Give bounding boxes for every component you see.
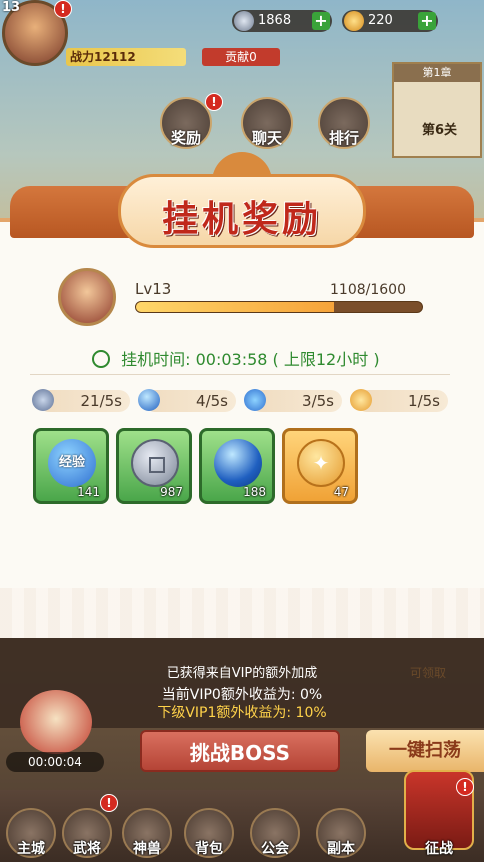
gold-star-coin-icon: ✦: [297, 439, 345, 487]
reward-count: 47: [333, 485, 349, 499]
claim-button[interactable]: 可领取: [410, 664, 446, 681]
rate-pill-4: 1/5s: [350, 389, 448, 412]
popup-title: 挂机奖励: [161, 198, 322, 240]
popup-banner: 挂机奖励: [0, 152, 484, 252]
nav-campaign-label: 征战: [425, 841, 453, 857]
idle-time-value: 00:03:58: [195, 350, 268, 369]
silver-coin-icon: [131, 439, 179, 487]
campaign-alert-icon: !: [456, 778, 474, 796]
exp-progress-fill: [136, 302, 335, 312]
rate-value-1: 21/5s: [80, 392, 123, 410]
blue-orb-icon: [214, 439, 262, 487]
nav-dungeon-label: 副本: [327, 841, 355, 857]
top-bar: 13 ! 战力12112 贡献0 1868 + 220 +: [0, 0, 484, 70]
rate-value-3: 3/5s: [302, 392, 334, 410]
nav-generals-label: 武将: [73, 841, 101, 857]
quick-sweep-button[interactable]: 一键扫荡: [366, 730, 484, 772]
reward-item-exp[interactable]: 经验 141: [33, 428, 109, 504]
blue-orb-icon: [138, 389, 160, 411]
rate-pill-1: 21/5s: [32, 389, 130, 412]
contribution-display: 贡献0: [202, 48, 280, 66]
reward-count: 188: [243, 485, 266, 499]
exp-progress-text: 1108/1600: [330, 282, 406, 298]
hero-avatar: [58, 268, 116, 326]
resource-silver-value: 1868: [258, 13, 292, 28]
resource-silver: 1868 +: [232, 10, 332, 32]
reward-count: 987: [160, 485, 183, 499]
chapter-title: 第1章: [394, 64, 480, 82]
avatar-alert-icon: !: [54, 0, 72, 18]
resource-gold-value: 220: [368, 13, 393, 28]
hero-level: Lv13: [135, 280, 172, 298]
idle-timer-row: 挂机时间: 00:03:58 ( 上限12小时 ): [92, 346, 380, 370]
exp-icon: [244, 389, 266, 411]
add-silver-button[interactable]: +: [312, 12, 330, 30]
nav-beast-label: 神兽: [133, 841, 161, 857]
silver-coin-icon: [234, 11, 254, 31]
reward-item-gold[interactable]: ✦ 47: [282, 428, 358, 504]
resource-gold: 220 +: [342, 10, 438, 32]
rate-pill-3: 3/5s: [244, 389, 342, 412]
rank-menu-button[interactable]: 排行: [318, 97, 370, 149]
idle-time-limit: ( 上限12小时 ): [272, 350, 380, 369]
reward-menu-label: 奖励: [170, 129, 201, 147]
reward-menu-button[interactable]: 奖励: [160, 97, 212, 149]
chat-menu-label: 聊天: [251, 129, 282, 147]
gold-coin-icon: [350, 389, 372, 411]
nav-city-label: 主城: [17, 841, 45, 857]
idle-timer-badge: 00:00:04: [6, 752, 104, 772]
divider: [30, 374, 450, 375]
generals-alert-icon: !: [100, 794, 118, 812]
rate-pill-2: 4/5s: [138, 389, 236, 412]
exp-book-icon: [32, 389, 54, 411]
exp-orb-icon: 经验: [48, 439, 96, 487]
reward-item-orb[interactable]: 188: [199, 428, 275, 504]
nav-guild-label: 公会: [261, 841, 289, 857]
rate-value-2: 4/5s: [196, 392, 228, 410]
add-gold-button[interactable]: +: [418, 12, 436, 30]
rate-value-4: 1/5s: [408, 392, 440, 410]
idle-character[interactable]: [20, 690, 92, 754]
alarm-clock-icon: [92, 350, 110, 368]
challenge-boss-button[interactable]: 挑战BOSS: [140, 730, 340, 772]
chapter-panel[interactable]: 第1章 第6关: [392, 62, 482, 158]
idle-time-label: 挂机时间:: [121, 350, 191, 369]
nav-bag-label: 背包: [195, 841, 223, 857]
chapter-stage: 第6关: [422, 123, 458, 138]
exp-progress-bar: [135, 301, 423, 313]
reward-item-silver[interactable]: 987: [116, 428, 192, 504]
gold-ingot-icon: [344, 11, 364, 31]
reward-alert-icon: !: [205, 93, 223, 111]
reward-count: 141: [77, 485, 100, 499]
chat-menu-button[interactable]: 聊天: [241, 97, 293, 149]
player-level: 13: [2, 0, 21, 15]
rank-menu-label: 排行: [328, 129, 359, 147]
power-display: 战力12112: [66, 48, 186, 66]
